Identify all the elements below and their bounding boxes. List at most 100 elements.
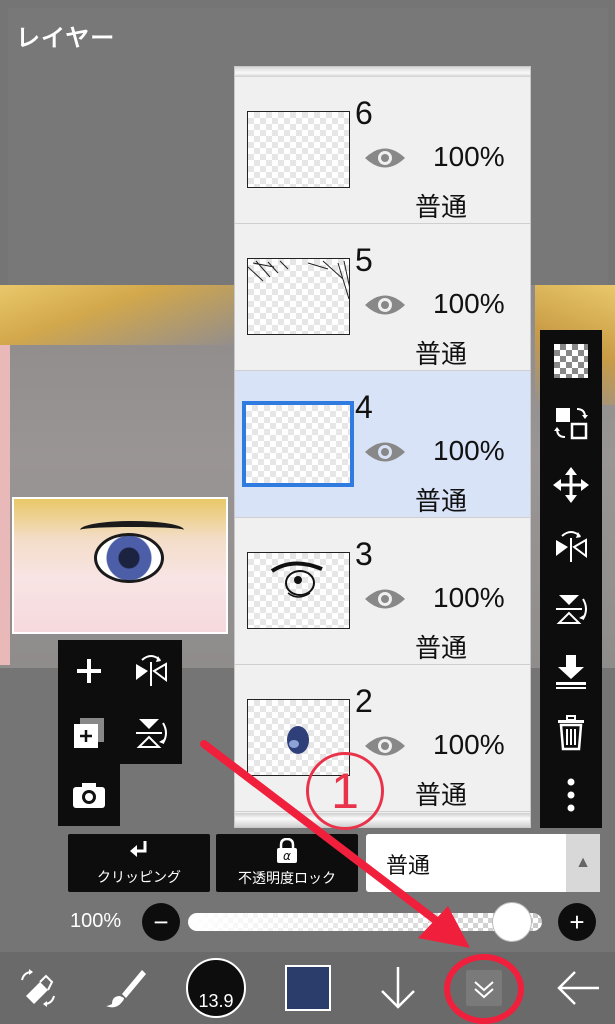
copy-layer-icon xyxy=(74,718,104,748)
layer-thumbnail xyxy=(247,258,350,335)
alpha-lock-label: 不透明度ロック xyxy=(238,870,336,886)
layer-opacity: 100% xyxy=(433,582,505,613)
layer-opacity: 100% xyxy=(433,435,505,466)
artwork-edge xyxy=(0,345,10,665)
flip-horizontal-icon xyxy=(136,655,167,686)
flip-vertical-button[interactable] xyxy=(120,702,182,764)
flip-vertical-icon xyxy=(556,595,587,624)
layer-opacity: 100% xyxy=(433,141,505,172)
opacity-label: 100% xyxy=(70,910,122,932)
layer-row-4[interactable]: 4 100% 普通 xyxy=(235,371,530,518)
eye-icon[interactable] xyxy=(363,731,407,761)
layer-blend-mode: 普通 xyxy=(415,486,468,516)
merge-down-button[interactable] xyxy=(540,640,602,702)
plus-icon xyxy=(77,659,101,683)
transform-tool-button[interactable] xyxy=(8,952,68,1024)
preview-eye xyxy=(94,533,164,583)
delete-layer-button[interactable] xyxy=(540,702,602,764)
flip-vertical-icon xyxy=(136,719,167,748)
blend-mode-value: 普通 xyxy=(386,853,431,878)
move-icon xyxy=(553,467,589,503)
layer-number: 6 xyxy=(355,95,373,131)
trash-icon xyxy=(558,715,584,751)
layer-row-5[interactable]: 5 100% 普通 xyxy=(235,224,530,371)
opacity-slider-row: 100% − + xyxy=(0,900,615,944)
annotation-highlight-circle xyxy=(444,954,524,1024)
eye-icon[interactable] xyxy=(363,437,407,467)
layer-row-3[interactable]: 3 100% 普通 xyxy=(235,518,530,665)
camera-icon xyxy=(73,783,105,808)
layer-row-6[interactable]: 6 100% 普通 xyxy=(235,77,530,224)
copy-layer-button[interactable] xyxy=(58,702,120,764)
layer-blend-mode: 普通 xyxy=(415,339,468,369)
layer-number: 2 xyxy=(355,683,373,719)
annotation-step-number: 1 xyxy=(306,752,384,830)
list-top-edge xyxy=(235,67,530,77)
layer-tool-grid xyxy=(58,640,182,826)
minus-icon: − xyxy=(153,907,169,937)
layer-opacity: 100% xyxy=(433,288,505,319)
layer-list[interactable]: 6 100% 普通 5 100% 普通 4 100% 普通 3 100% 普通 … xyxy=(234,66,531,828)
layer-side-toolbar xyxy=(540,330,602,828)
layer-down-button[interactable] xyxy=(368,952,428,1024)
canvas-preview xyxy=(12,497,228,634)
merge-down-icon xyxy=(556,655,586,689)
plus-icon: + xyxy=(569,907,585,937)
opacity-decrease-button[interactable]: − xyxy=(142,903,180,941)
camera-button[interactable] xyxy=(58,764,120,826)
arrow-left-icon xyxy=(557,971,599,1005)
more-options-button[interactable] xyxy=(540,764,602,826)
opacity-slider[interactable] xyxy=(188,913,542,931)
blend-mode-select[interactable]: 普通 ▲ xyxy=(366,834,600,892)
layer-blend-mode: 普通 xyxy=(415,192,468,222)
flip-vertical-side-button[interactable] xyxy=(540,578,602,640)
clipping-label: クリッピング xyxy=(97,869,181,885)
eye-icon[interactable] xyxy=(363,143,407,173)
lock-alpha-icon: α xyxy=(277,838,297,863)
layer-blend-mode: 普通 xyxy=(415,780,468,810)
color-button[interactable] xyxy=(282,952,334,1024)
transparency-button[interactable] xyxy=(540,330,602,392)
page-title: レイヤー xyxy=(16,25,116,52)
brush-icon xyxy=(106,970,146,1008)
color-swatch xyxy=(285,965,331,1011)
list-bottom-edge xyxy=(235,813,530,827)
layer-number: 3 xyxy=(355,536,373,572)
layer-thumbnail-eye-lines xyxy=(270,561,323,598)
layer-opacity: 100% xyxy=(433,729,505,760)
move-button[interactable] xyxy=(540,454,602,516)
more-vertical-icon xyxy=(567,778,575,812)
dropdown-arrow-icon: ▲ xyxy=(566,834,600,892)
clipping-button[interactable]: クリッピング xyxy=(68,834,210,892)
eye-icon[interactable] xyxy=(363,290,407,320)
brush-size-button[interactable]: 13.9 xyxy=(184,952,248,1024)
flip-horizontal-icon xyxy=(556,531,587,562)
layer-thumbnail xyxy=(242,401,354,487)
layer-blend-mode: 普通 xyxy=(415,633,468,663)
opacity-increase-button[interactable]: + xyxy=(558,903,596,941)
add-layer-button[interactable] xyxy=(58,640,120,702)
clipping-icon xyxy=(130,841,147,857)
transparency-checker-icon xyxy=(554,344,588,378)
layer-thumbnail xyxy=(247,111,350,188)
flip-horizontal-side-button[interactable] xyxy=(540,516,602,578)
back-button[interactable] xyxy=(548,952,608,1024)
layer-thumbnail-lines xyxy=(248,260,349,300)
svg-text:α: α xyxy=(283,849,291,863)
swap-layer-icon xyxy=(554,408,588,440)
layer-thumbnail xyxy=(247,552,350,629)
brush-size-indicator: 13.9 xyxy=(186,958,246,1018)
transform-icon xyxy=(21,969,55,1007)
opacity-slider-handle[interactable] xyxy=(492,902,532,942)
eye-icon[interactable] xyxy=(363,584,407,614)
layer-number: 5 xyxy=(355,242,373,278)
arrow-down-icon xyxy=(381,967,415,1009)
brush-size-value: 13.9 xyxy=(198,991,234,1011)
brush-tool-button[interactable] xyxy=(96,952,156,1024)
layer-number: 4 xyxy=(355,389,373,425)
alpha-lock-button[interactable]: α 不透明度ロック xyxy=(216,834,358,892)
swap-layer-button[interactable] xyxy=(540,392,602,454)
layer-screen: レイヤー 6 100% 普通 5 100% 普通 4 100% 普通 3 100… xyxy=(0,0,615,1024)
artwork-hair-left xyxy=(0,285,240,345)
flip-horizontal-button[interactable] xyxy=(120,640,182,702)
